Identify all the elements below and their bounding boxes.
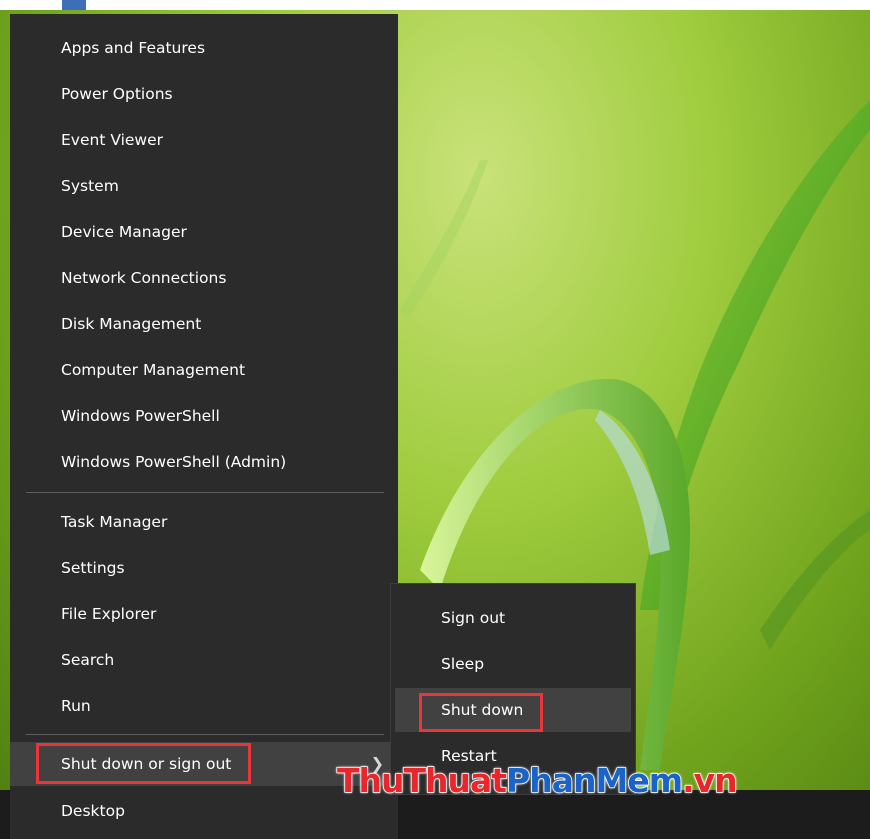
menu-separator [26,734,384,735]
menu-separator [26,492,384,493]
menu-item-device-manager[interactable]: Device Manager [10,210,398,254]
menu-item-task-manager[interactable]: Task Manager [10,500,398,544]
menu-item-apps-and-features[interactable]: Apps and Features [10,26,398,70]
menu-item-system[interactable]: System [10,164,398,208]
taskbar-app-icon [62,0,86,10]
menu-item-run[interactable]: Run [10,684,398,728]
winx-quick-link-menu: Apps and Features Power Options Event Vi… [10,14,398,839]
menu-item-power-options[interactable]: Power Options [10,72,398,116]
menu-item-event-viewer[interactable]: Event Viewer [10,118,398,162]
menu-item-windows-powershell[interactable]: Windows PowerShell [10,394,398,438]
menu-item-file-explorer[interactable]: File Explorer [10,592,398,636]
menu-item-windows-powershell-admin[interactable]: Windows PowerShell (Admin) [10,440,398,484]
site-watermark: ThuThuatPhanMem.vn [336,760,738,821]
annotation-highlight-box [36,743,251,784]
watermark-part-1: ThuThuat [336,760,508,801]
watermark-part-3: .vn [681,760,738,801]
annotation-highlight-box [419,693,543,732]
menu-item-computer-management[interactable]: Computer Management [10,348,398,392]
menu-item-disk-management[interactable]: Disk Management [10,302,398,346]
menu-item-settings[interactable]: Settings [10,546,398,590]
submenu-item-sign-out[interactable]: Sign out [395,596,631,640]
submenu-item-sleep[interactable]: Sleep [395,642,631,686]
watermark-part-2: PhanMem [505,760,684,801]
menu-item-search[interactable]: Search [10,638,398,682]
menu-item-network-connections[interactable]: Network Connections [10,256,398,300]
